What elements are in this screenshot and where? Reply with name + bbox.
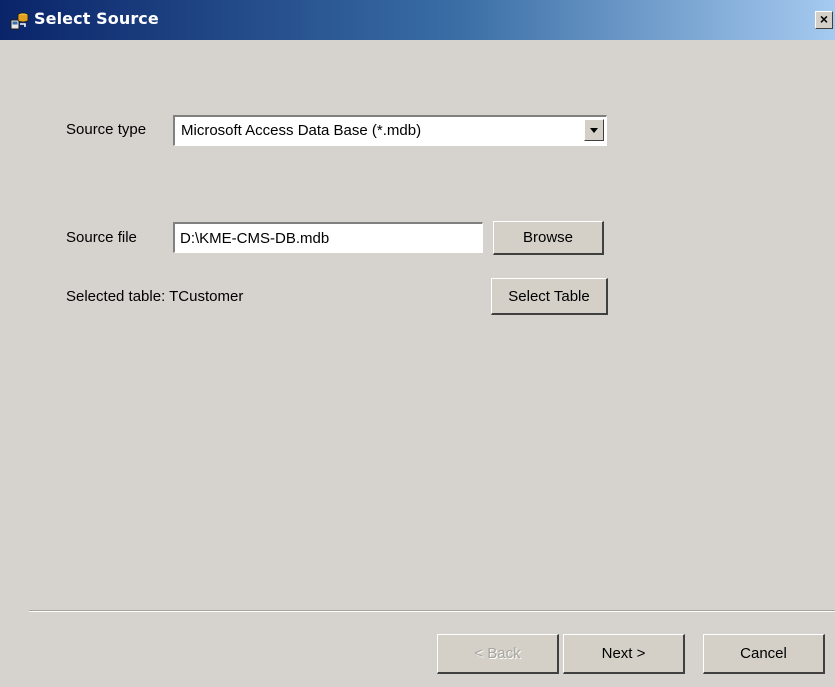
selected-table-text: Selected table: TCustomer [66, 288, 244, 305]
close-button[interactable]: × [815, 11, 833, 29]
back-button[interactable]: < Back [437, 634, 559, 674]
source-file-input[interactable] [173, 222, 483, 253]
source-type-select[interactable]: Microsoft Access Data Base (*.mdb) [173, 115, 607, 146]
title-bar[interactable]: Select Source × [0, 0, 835, 40]
source-type-label: Source type [66, 121, 147, 138]
footer-divider [29, 610, 835, 612]
close-icon: × [819, 11, 829, 27]
next-button[interactable]: Next > [563, 634, 685, 674]
chevron-down-icon[interactable] [584, 119, 604, 141]
select-table-button[interactable]: Select Table [491, 278, 608, 315]
browse-button[interactable]: Browse [493, 221, 604, 255]
source-type-selected-value: Microsoft Access Data Base (*.mdb) [181, 122, 422, 139]
source-file-label: Source file [66, 229, 137, 246]
cancel-button[interactable]: Cancel [703, 634, 825, 674]
window-title: Select Source [34, 9, 159, 28]
select-source-dialog: Select Source × Source type Microsoft Ac… [0, 0, 835, 687]
database-icon [10, 12, 29, 30]
